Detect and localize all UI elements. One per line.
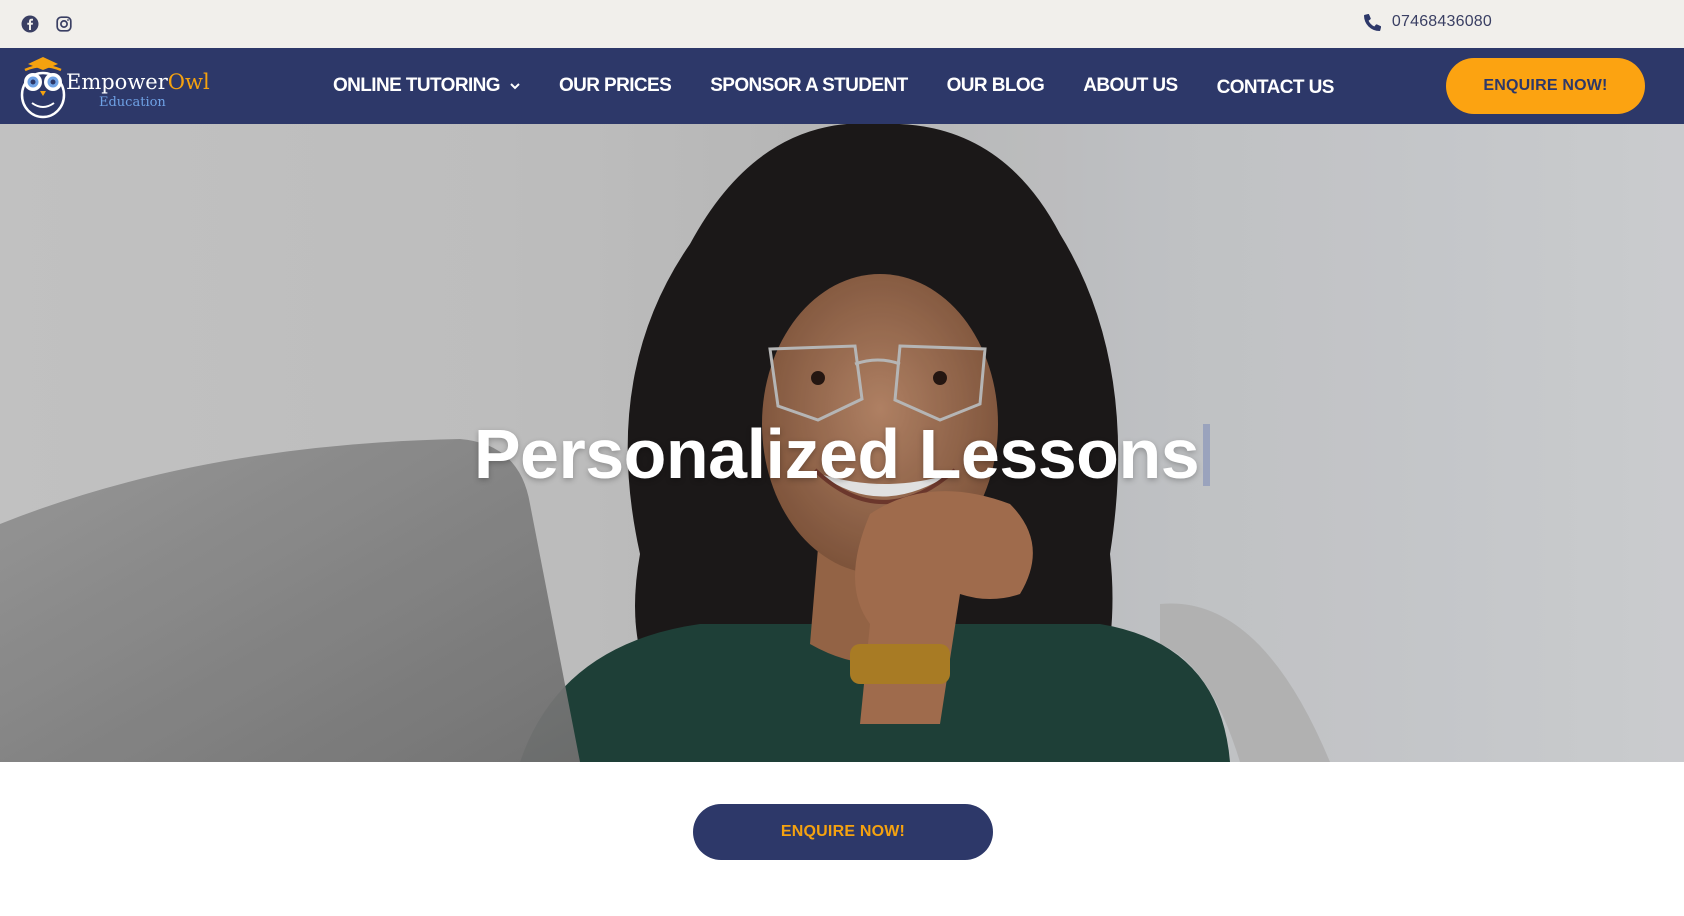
logo-subtitle: Education — [99, 95, 166, 110]
typing-caret — [1203, 424, 1211, 486]
instagram-icon[interactable] — [54, 14, 74, 34]
main-header: EmpowerOwl Education ONLINE TUTORING OUR… — [0, 48, 1684, 124]
hero-title: Personalized Lessons — [0, 414, 1684, 494]
facebook-icon[interactable] — [20, 14, 40, 34]
logo[interactable]: EmpowerOwl Education — [18, 53, 210, 119]
phone-icon — [1364, 13, 1382, 31]
nav-about-us[interactable]: ABOUT US — [1083, 75, 1178, 97]
nav-our-prices[interactable]: OUR PRICES — [559, 75, 672, 97]
hero-section: Personalized Lessons — [0, 124, 1684, 762]
nav-online-tutoring[interactable]: ONLINE TUTORING — [333, 75, 520, 97]
phone-number: 07468436080 — [1391, 13, 1492, 30]
owl-logo-icon — [20, 57, 66, 119]
chevron-down-icon — [510, 81, 520, 91]
logo-wordmark: EmpowerOwl — [66, 70, 210, 94]
nav-sponsor-a-student[interactable]: SPONSOR A STUDENT — [710, 75, 908, 97]
enquire-now-button[interactable]: ENQUIRE NOW! — [693, 804, 993, 860]
enquire-now-button-header[interactable]: ENQUIRE NOW! — [1446, 58, 1645, 114]
phone-link[interactable]: 07468436080 — [1364, 11, 1492, 33]
top-bar: 07468436080 — [0, 0, 1684, 48]
nav-our-blog[interactable]: OUR BLOG — [947, 75, 1045, 97]
main-nav: ONLINE TUTORING OUR PRICES SPONSOR A STU… — [333, 48, 1334, 124]
nav-contact-us[interactable]: CONTACT US — [1217, 77, 1335, 99]
